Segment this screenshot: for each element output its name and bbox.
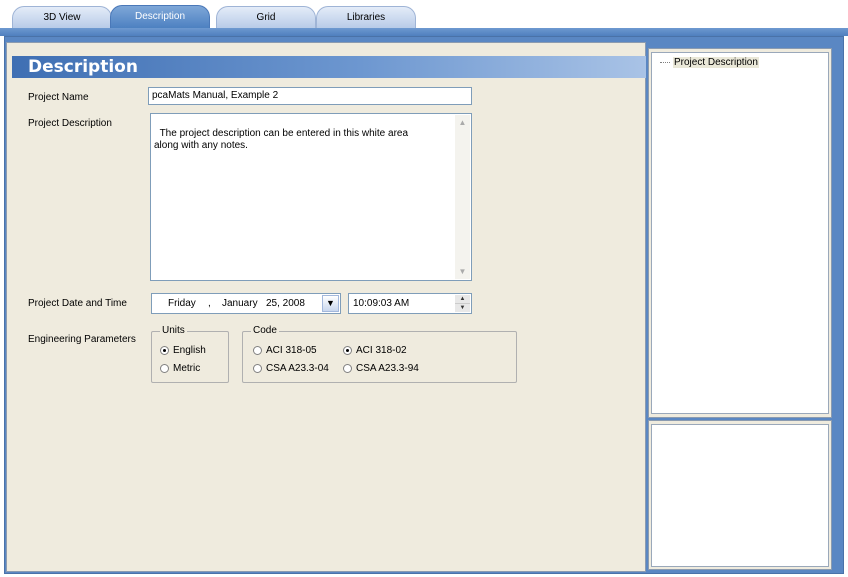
- radio-selected-icon: [160, 346, 169, 355]
- code-aci-318-02-label: ACI 318-02: [356, 345, 407, 356]
- units-metric-radio[interactable]: Metric: [160, 363, 200, 374]
- code-legend: Code: [251, 325, 279, 336]
- units-metric-label: Metric: [173, 363, 201, 374]
- radio-empty-icon: [253, 346, 262, 355]
- tree-connector-icon: [660, 62, 670, 63]
- radio-selected-icon: [343, 346, 352, 355]
- tree-item-label: Project Description: [673, 57, 759, 68]
- code-csa-a23-3-94-radio[interactable]: CSA A23.3-94: [343, 363, 419, 374]
- description-scrollbar[interactable]: ▲ ▼: [455, 115, 470, 279]
- navigation-tree: Project Description: [651, 52, 829, 414]
- tab-underline-bar: [0, 28, 848, 36]
- scroll-up-icon[interactable]: ▲: [455, 115, 470, 130]
- section-header: Description: [12, 56, 646, 78]
- code-aci-318-05-radio[interactable]: ACI 318-05: [253, 345, 317, 356]
- tab-grid[interactable]: Grid: [216, 6, 316, 28]
- code-csa-a23-3-04-radio[interactable]: CSA A23.3-04: [253, 363, 329, 374]
- project-name-label: Project Name: [28, 92, 89, 103]
- chevron-down-icon[interactable]: ▼: [322, 295, 339, 312]
- tab-strip: 3D View Description Grid Libraries: [0, 0, 848, 30]
- code-group: Code ACI 318-05 ACI 318-02 CSA A23.3-04 …: [242, 325, 517, 383]
- engineering-parameters-label: Engineering Parameters: [28, 334, 136, 345]
- project-description-textarea[interactable]: The project description can be entered i…: [150, 113, 472, 281]
- time-value: 10:09:03 AM: [353, 298, 410, 309]
- tab-3d-view[interactable]: 3D View: [12, 6, 112, 28]
- tree-item-project-description[interactable]: Project Description: [660, 57, 759, 68]
- date-weekday: Friday: [168, 298, 196, 309]
- info-box: [651, 424, 829, 567]
- code-aci-318-02-radio[interactable]: ACI 318-02: [343, 345, 407, 356]
- radio-empty-icon: [343, 364, 352, 373]
- units-english-radio[interactable]: English: [160, 345, 206, 356]
- date-month: January: [222, 298, 258, 309]
- code-aci-318-05-label: ACI 318-05: [266, 345, 317, 356]
- project-description-text: The project description can be entered i…: [154, 128, 409, 151]
- spin-down-icon[interactable]: ▼: [455, 304, 470, 313]
- tab-libraries[interactable]: Libraries: [316, 6, 416, 28]
- date-day-year: 25, 2008: [266, 298, 305, 309]
- radio-empty-icon: [253, 364, 262, 373]
- project-name-input[interactable]: pcaMats Manual, Example 2: [148, 87, 472, 105]
- tab-description[interactable]: Description: [110, 5, 210, 29]
- radio-empty-icon: [160, 364, 169, 373]
- project-date-time-label: Project Date and Time: [28, 298, 127, 309]
- project-time-picker[interactable]: 10:09:03 AM ▲ ▼: [348, 293, 472, 314]
- time-spinner[interactable]: ▲ ▼: [455, 295, 470, 312]
- spin-up-icon[interactable]: ▲: [455, 295, 470, 304]
- code-csa-a23-3-04-label: CSA A23.3-04: [266, 363, 329, 374]
- project-date-picker[interactable]: Friday , January 25, 2008 ▼: [151, 293, 341, 314]
- project-description-label: Project Description: [28, 118, 112, 129]
- units-english-label: English: [173, 345, 206, 356]
- date-separator: ,: [208, 298, 211, 309]
- units-legend: Units: [160, 325, 187, 336]
- code-csa-a23-3-94-label: CSA A23.3-94: [356, 363, 419, 374]
- units-group: Units English Metric: [151, 325, 229, 383]
- scroll-down-icon[interactable]: ▼: [455, 264, 470, 279]
